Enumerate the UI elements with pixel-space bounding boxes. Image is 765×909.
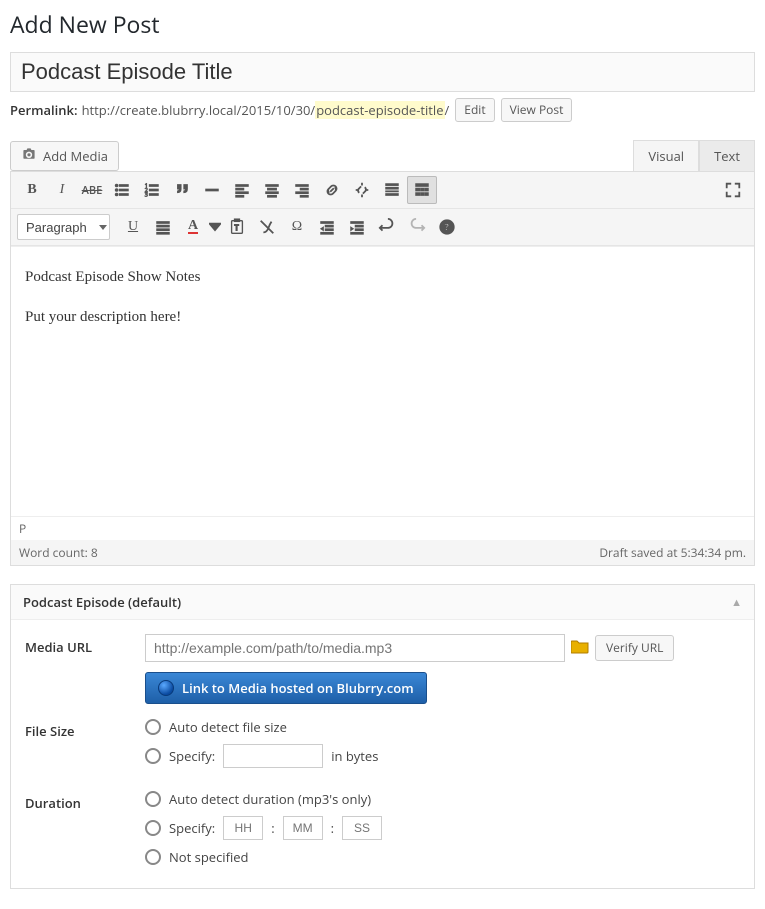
outdent-button[interactable] [312, 213, 342, 241]
tab-text[interactable]: Text [699, 140, 755, 171]
blockquote-button[interactable] [167, 176, 197, 204]
content-line-2: Put your description here! [25, 305, 740, 329]
dur-hh-input[interactable] [223, 816, 263, 840]
fs-auto-radio[interactable] [145, 719, 161, 735]
align-left-button[interactable] [227, 176, 257, 204]
content-line-1: Podcast Episode Show Notes [25, 265, 740, 289]
draft-saved: Draft saved at 5:34:34 pm. [599, 544, 746, 561]
camera-icon [21, 146, 37, 166]
podcast-metabox-header[interactable]: Podcast Episode (default) ▲ [11, 585, 754, 620]
bold-button[interactable]: B [17, 176, 47, 204]
strikethrough-button[interactable]: ABE [77, 176, 107, 204]
editor-footer: Word count: 8 Draft saved at 5:34:34 pm. [11, 540, 754, 565]
help-button[interactable]: ? [432, 213, 462, 241]
file-size-label: File Size [25, 718, 145, 740]
page-title: Add New Post [10, 8, 755, 40]
permalink-url: http://create.blubrry.local/2015/10/30/p… [82, 101, 450, 119]
view-post-button[interactable]: View Post [501, 98, 573, 122]
text-color-dropdown[interactable] [208, 213, 222, 241]
dur-notspec-label: Not specified [169, 848, 249, 866]
indent-button[interactable] [342, 213, 372, 241]
link-button[interactable] [317, 176, 347, 204]
editor-tabs: Visual Text [633, 140, 755, 171]
post-title-input[interactable] [10, 52, 755, 92]
italic-button[interactable]: I [47, 176, 77, 204]
fullscreen-button[interactable] [718, 176, 748, 204]
svg-text:?: ? [444, 220, 449, 234]
dur-notspec-radio[interactable] [145, 849, 161, 865]
fs-specify-input[interactable] [223, 744, 323, 768]
underline-button[interactable]: U [118, 213, 148, 241]
undo-button[interactable] [372, 213, 402, 241]
redo-button[interactable] [402, 213, 432, 241]
editor-content[interactable]: Podcast Episode Show Notes Put your desc… [11, 246, 754, 516]
fs-specify-radio[interactable] [145, 748, 161, 764]
bullet-list-button[interactable] [107, 176, 137, 204]
blubrry-button-label: Link to Media hosted on Blubrry.com [182, 679, 414, 697]
toolbar-row-2: Paragraph U A T Ω ? [11, 209, 754, 246]
text-color-button[interactable]: A [178, 213, 208, 241]
add-media-label: Add Media [43, 147, 108, 165]
permalink-base: http://create.blubrry.local/2015/10/30/ [82, 101, 316, 119]
editor-box: B I ABE 123 [10, 171, 755, 566]
numbered-list-button[interactable]: 123 [137, 176, 167, 204]
dur-auto-label: Auto detect duration (mp3's only) [169, 790, 371, 808]
dur-specify-label: Specify: [169, 819, 215, 837]
add-media-button[interactable]: Add Media [10, 141, 119, 171]
dur-specify-radio[interactable] [145, 820, 161, 836]
paste-text-button[interactable]: T [222, 213, 252, 241]
verify-url-button[interactable]: Verify URL [595, 635, 674, 661]
format-select[interactable]: Paragraph [17, 214, 110, 240]
permalink-trailing: / [445, 101, 450, 119]
dur-auto-radio[interactable] [145, 791, 161, 807]
svg-text:T: T [234, 223, 239, 234]
special-char-button[interactable]: Ω [282, 213, 312, 241]
fs-specify-label: Specify: [169, 747, 215, 765]
fs-auto-label: Auto detect file size [169, 718, 287, 736]
podcast-metabox-title: Podcast Episode (default) [23, 593, 181, 611]
permalink-slug: podcast-episode-title [315, 101, 444, 119]
dur-ss-input[interactable] [342, 816, 382, 840]
dur-mm-input[interactable] [283, 816, 323, 840]
media-url-input[interactable] [145, 634, 565, 662]
word-count: Word count: 8 [19, 544, 98, 561]
duration-label: Duration [25, 790, 145, 812]
toolbar-row-1: B I ABE 123 [11, 172, 754, 209]
svg-text:3: 3 [145, 190, 148, 198]
align-right-button[interactable] [287, 176, 317, 204]
collapse-icon: ▲ [731, 595, 742, 610]
browse-icon[interactable] [571, 638, 589, 658]
clear-formatting-button[interactable] [252, 213, 282, 241]
tab-visual[interactable]: Visual [633, 140, 699, 171]
read-more-button[interactable] [377, 176, 407, 204]
podcast-metabox: Podcast Episode (default) ▲ Media URL Ve… [10, 584, 755, 889]
toolbar-toggle-button[interactable] [407, 176, 437, 204]
unlink-button[interactable] [347, 176, 377, 204]
element-path: P [11, 516, 754, 540]
align-justify-button[interactable] [148, 213, 178, 241]
blubrry-link-button[interactable]: Link to Media hosted on Blubrry.com [145, 672, 427, 704]
hr-button[interactable] [197, 176, 227, 204]
edit-permalink-button[interactable]: Edit [455, 98, 494, 122]
align-center-button[interactable] [257, 176, 287, 204]
blubrry-icon [158, 680, 174, 696]
permalink-row: Permalink: http://create.blubrry.local/2… [10, 98, 755, 122]
fs-unit-label: in bytes [331, 747, 378, 765]
permalink-label: Permalink: [10, 101, 78, 119]
media-url-label: Media URL [25, 634, 145, 656]
